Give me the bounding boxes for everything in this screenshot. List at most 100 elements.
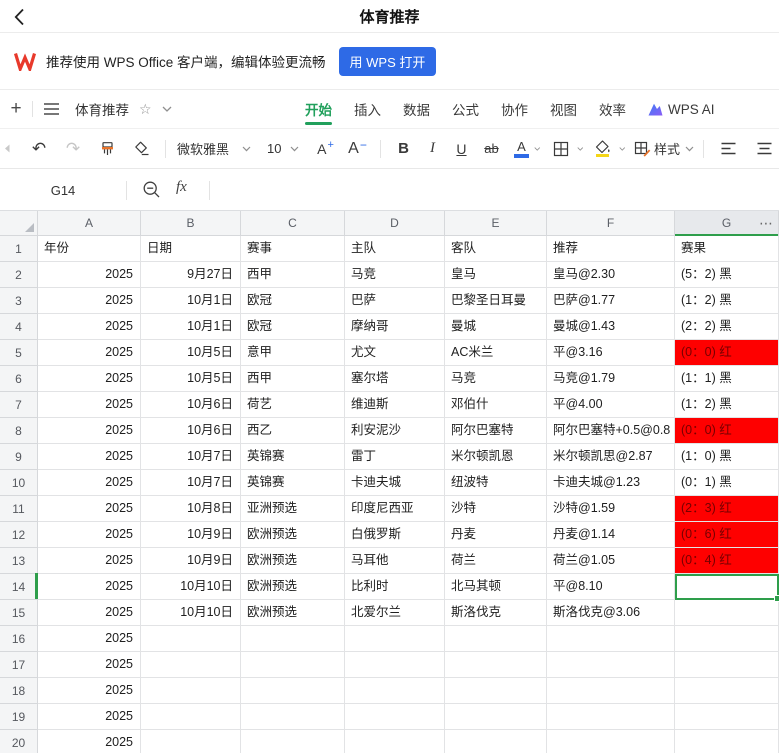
fill-handle[interactable] xyxy=(774,595,779,602)
cell-E18[interactable] xyxy=(445,678,547,704)
cell-E15[interactable]: 斯洛伐克 xyxy=(445,600,547,626)
cell-E4[interactable]: 曼城 xyxy=(445,314,547,340)
cell-A2[interactable]: 2025 xyxy=(38,262,141,288)
cell-G16[interactable] xyxy=(675,626,779,652)
cell-C4[interactable]: 欧冠 xyxy=(241,314,345,340)
align-center-button[interactable] xyxy=(749,134,779,164)
cell-A10[interactable]: 2025 xyxy=(38,470,141,496)
row-header-19[interactable]: 19 xyxy=(0,704,38,730)
cell-C14[interactable]: 欧洲预选 xyxy=(241,574,345,600)
cell-A11[interactable]: 2025 xyxy=(38,496,141,522)
cell-E13[interactable]: 荷兰 xyxy=(445,548,547,574)
tab-formula[interactable]: 公式 xyxy=(452,90,479,128)
new-sheet-button[interactable]: + xyxy=(0,90,32,128)
cell-D10[interactable]: 卡迪夫城 xyxy=(345,470,445,496)
borders-button[interactable] xyxy=(547,134,575,164)
cell-D15[interactable]: 北爱尔兰 xyxy=(345,600,445,626)
row-header-7[interactable]: 7 xyxy=(0,392,38,418)
row-header-3[interactable]: 3 xyxy=(0,288,38,314)
cell-G6[interactable]: (1：1) 黑 xyxy=(675,366,779,392)
cell-E8[interactable]: 阿尔巴塞特 xyxy=(445,418,547,444)
column-header-A[interactable]: A xyxy=(38,211,141,236)
row-header-13[interactable]: 13 xyxy=(0,548,38,574)
tab-insert[interactable]: 插入 xyxy=(354,90,381,128)
cell-G11[interactable]: (2：3) 红 xyxy=(675,496,779,522)
bold-button[interactable]: B xyxy=(388,134,418,164)
row-header-8[interactable]: 8 xyxy=(0,418,38,444)
cell-D11[interactable]: 印度尼西亚 xyxy=(345,496,445,522)
cell-D5[interactable]: 尤文 xyxy=(345,340,445,366)
cell-C12[interactable]: 欧洲预选 xyxy=(241,522,345,548)
cell-E19[interactable] xyxy=(445,704,547,730)
cell-E16[interactable] xyxy=(445,626,547,652)
tab-view[interactable]: 视图 xyxy=(550,90,577,128)
cell-C10[interactable]: 英锦赛 xyxy=(241,470,345,496)
row-header-1[interactable]: 1 xyxy=(0,236,38,262)
cell-B7[interactable]: 10月6日 xyxy=(141,392,241,418)
cell-F13[interactable]: 荷兰@1.05 xyxy=(547,548,675,574)
tab-wps-ai[interactable]: WPS AI xyxy=(648,90,715,128)
cell-F12[interactable]: 丹麦@1.14 xyxy=(547,522,675,548)
tab-efficiency[interactable]: 效率 xyxy=(599,90,626,128)
cell-A6[interactable]: 2025 xyxy=(38,366,141,392)
column-header-E[interactable]: E xyxy=(445,211,547,236)
cell-G7[interactable]: (1：2) 黑 xyxy=(675,392,779,418)
cell-G17[interactable] xyxy=(675,652,779,678)
cell-G10[interactable]: (0：1) 黑 xyxy=(675,470,779,496)
cell-F17[interactable] xyxy=(547,652,675,678)
cell-B16[interactable] xyxy=(141,626,241,652)
cell-B19[interactable] xyxy=(141,704,241,730)
row-header-12[interactable]: 12 xyxy=(0,522,38,548)
font-size-select[interactable]: 10 xyxy=(263,134,303,164)
column-header-F[interactable]: F xyxy=(547,211,675,236)
tab-collaborate[interactable]: 协作 xyxy=(501,90,528,128)
align-left-button[interactable] xyxy=(713,134,743,164)
select-all-corner[interactable] xyxy=(0,211,38,236)
row-header-20[interactable]: 20 xyxy=(0,730,38,753)
redo-button[interactable]: ↷ xyxy=(56,134,90,164)
cell-G15[interactable] xyxy=(675,600,779,626)
row-header-16[interactable]: 16 xyxy=(0,626,38,652)
row-header-18[interactable]: 18 xyxy=(0,678,38,704)
cell-E2[interactable]: 皇马 xyxy=(445,262,547,288)
cell-A17[interactable]: 2025 xyxy=(38,652,141,678)
cell-F15[interactable]: 斯洛伐克@3.06 xyxy=(547,600,675,626)
cell-B11[interactable]: 10月8日 xyxy=(141,496,241,522)
cell-B5[interactable]: 10月5日 xyxy=(141,340,241,366)
cell-F3[interactable]: 巴萨@1.77 xyxy=(547,288,675,314)
cell-E6[interactable]: 马竞 xyxy=(445,366,547,392)
cell-G9[interactable]: (1：0) 黑 xyxy=(675,444,779,470)
cell-A3[interactable]: 2025 xyxy=(38,288,141,314)
cell-F14[interactable]: 平@8.10 xyxy=(547,574,675,600)
cell-C19[interactable] xyxy=(241,704,345,730)
cell-D2[interactable]: 马竞 xyxy=(345,262,445,288)
cell-D3[interactable]: 巴萨 xyxy=(345,288,445,314)
cell-C20[interactable] xyxy=(241,730,345,753)
cell-F10[interactable]: 卡迪夫城@1.23 xyxy=(547,470,675,496)
cell-E7[interactable]: 邓伯什 xyxy=(445,392,547,418)
cell-C7[interactable]: 荷艺 xyxy=(241,392,345,418)
cell-F20[interactable] xyxy=(547,730,675,753)
cell-D20[interactable] xyxy=(345,730,445,753)
cell-C13[interactable]: 欧洲预选 xyxy=(241,548,345,574)
cell-D14[interactable]: 比利时 xyxy=(345,574,445,600)
cell-D7[interactable]: 维迪斯 xyxy=(345,392,445,418)
row-header-9[interactable]: 9 xyxy=(0,444,38,470)
cell-D13[interactable]: 马耳他 xyxy=(345,548,445,574)
chevron-down-icon[interactable] xyxy=(577,146,584,152)
font-name-select[interactable]: 微软雅黑 xyxy=(173,134,255,164)
cell-B15[interactable]: 10月10日 xyxy=(141,600,241,626)
cell-B18[interactable] xyxy=(141,678,241,704)
cell-A13[interactable]: 2025 xyxy=(38,548,141,574)
cell-G4[interactable]: (2：2) 黑 xyxy=(675,314,779,340)
cell-B6[interactable]: 10月5日 xyxy=(141,366,241,392)
format-painter-button[interactable] xyxy=(90,134,124,164)
cell-C16[interactable] xyxy=(241,626,345,652)
italic-button[interactable]: I xyxy=(418,134,446,164)
chevron-down-icon[interactable] xyxy=(162,106,172,112)
cell-G1[interactable]: 赛果 xyxy=(675,236,779,262)
cell-G19[interactable] xyxy=(675,704,779,730)
row-header-15[interactable]: 15 xyxy=(0,600,38,626)
cell-C11[interactable]: 亚洲预选 xyxy=(241,496,345,522)
cell-E3[interactable]: 巴黎圣日耳曼 xyxy=(445,288,547,314)
